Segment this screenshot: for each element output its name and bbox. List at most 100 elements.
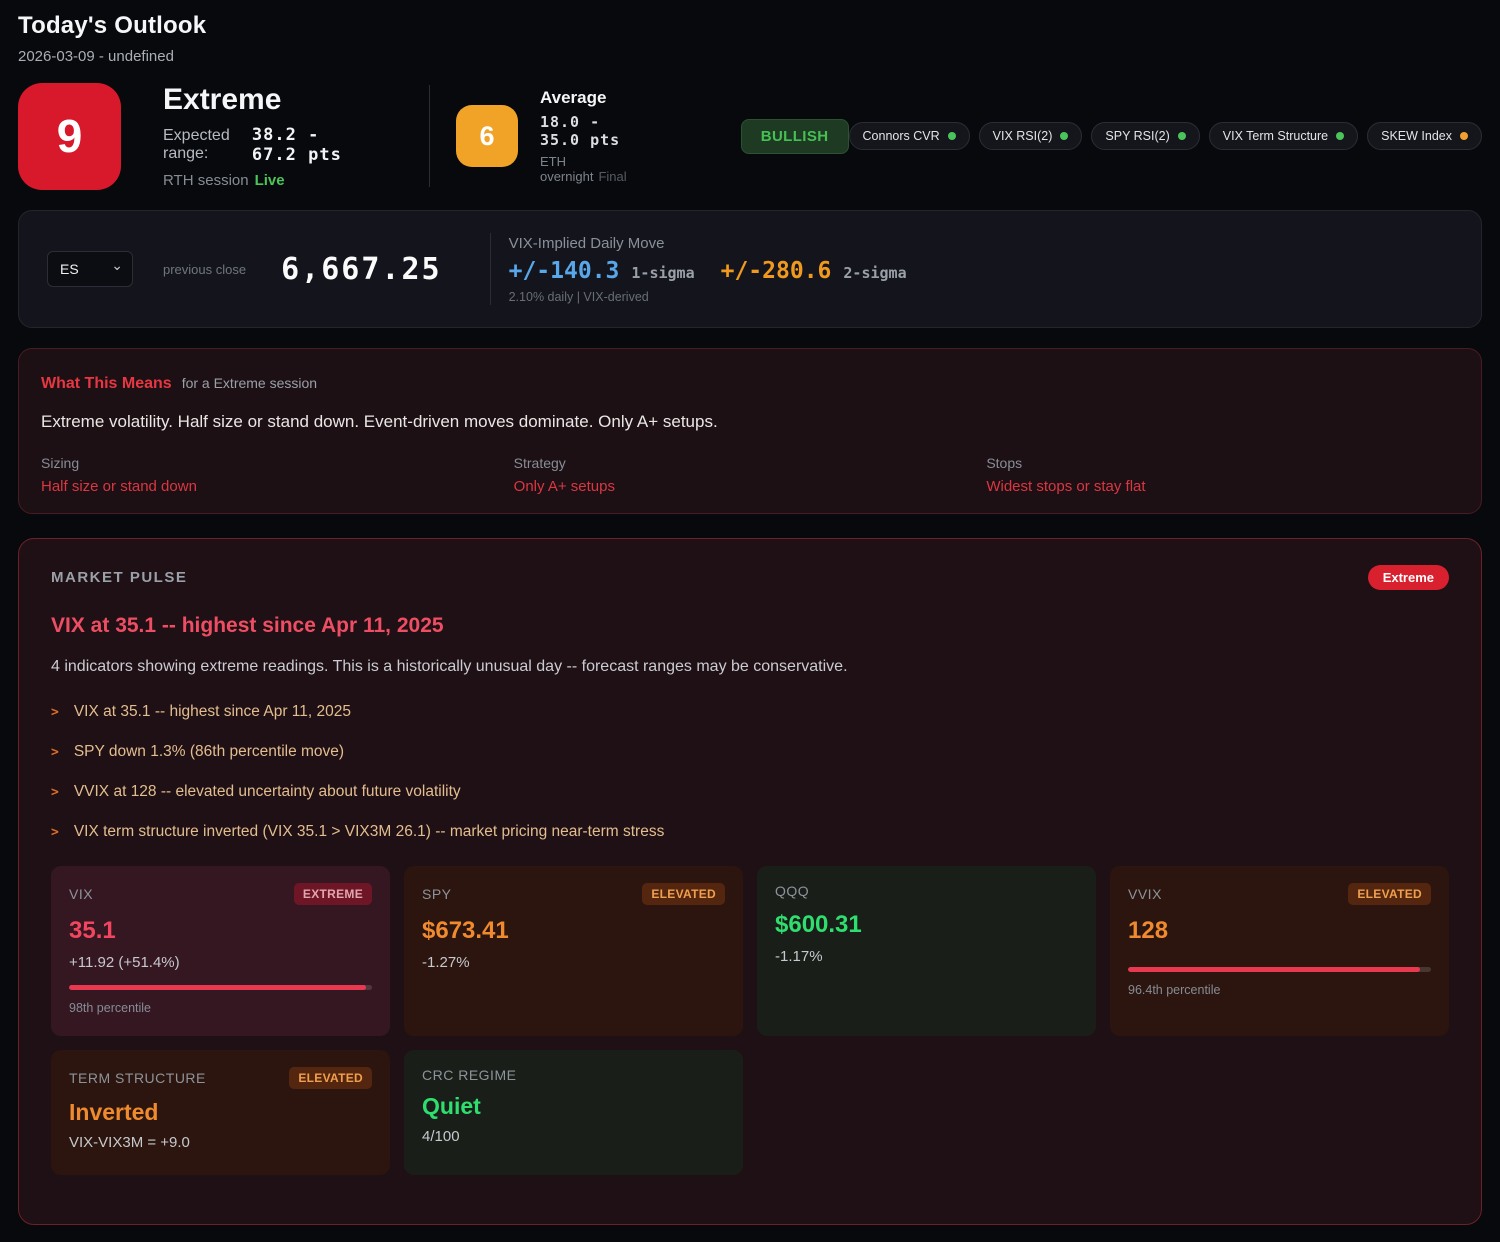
rth-score-badge: 9 [18,82,121,190]
stat-badge: EXTREME [293,883,372,905]
what-this-means-card: What This Means for a Extreme session Ex… [18,348,1482,514]
stat-card-vvix: VVIX ELEVATED 128 96.4th percentile [1110,866,1449,1036]
stat-change: 4/100 [422,1128,460,1145]
rth-range-label: Expected range: [163,127,230,162]
bias-badge: BULLISH [740,118,849,154]
market-pulse-bullet-list: > VIX at 35.1 -- highest since Apr 11, 2… [51,701,1449,844]
chevron-right-icon: > [51,745,59,760]
bullet-item: > VVIX at 128 -- elevated uncertainty ab… [51,781,1449,804]
status-dot-icon [1336,132,1345,140]
stat-label: SPY [422,886,452,902]
chevron-right-icon: > [51,825,59,840]
stat-footnote: 96.4th percentile [1128,983,1221,997]
indicator-pill-label: VIX Term Structure [1222,129,1329,143]
percentile-bar [69,985,372,990]
indicator-pill-vix-term-structure[interactable]: VIX Term Structure [1208,122,1359,150]
page-title: Today's Outlook [18,12,207,39]
percentile-bar-fill [1128,967,1421,972]
eth-session-label: Average [539,88,607,107]
wtm-title: What This Means [41,375,172,392]
sigma1-label: 1-sigma [631,263,695,282]
stat-card-crc-regime: CRC REGIME Quiet 4/100 [404,1050,743,1175]
eth-score-badge: 6 [455,105,518,167]
stat-card-vix: VIX EXTREME 35.1 +11.92 (+51.4%) 98th pe… [51,866,390,1036]
stat-value: Inverted [69,1099,159,1125]
indicator-pills: Connors CVR VIX RSI(2) SPY RSI(2) VIX Te… [848,122,1482,150]
bullet-item: > VIX at 35.1 -- highest since Apr 11, 2… [51,701,1449,724]
stat-badge: ELEVATED [1348,883,1431,905]
symbol-select[interactable]: ES [47,251,133,287]
stat-label: VVIX [1128,886,1162,902]
divider [489,233,491,305]
indicator-pill-spy-rsi2[interactable]: SPY RSI(2) [1091,122,1200,150]
sigma2-label: 2-sigma [843,263,907,282]
market-pulse-headline: VIX at 35.1 -- highest since Apr 11, 202… [51,614,444,637]
sigma2-value: +/-280.6 [720,257,832,284]
stat-badge: ELEVATED [289,1067,372,1089]
bullet-text: VVIX at 128 -- elevated uncertainty abou… [73,783,461,800]
wtm-col-sizing: Sizing Half size or stand down [41,455,514,495]
session-score-row: 9 Extreme Expected range: 38.2 - 67.2 pt… [18,82,1482,190]
vix-implied-move-block: VIX-Implied Daily Move +/-140.3 1-sigma … [509,235,907,304]
rth-session-label: Extreme [163,83,282,116]
wtm-col-strategy: Strategy Only A+ setups [514,455,987,495]
stat-change: +11.92 (+51.4%) [69,954,180,971]
section-divider [428,85,430,187]
percentile-bar-fill [69,985,366,990]
stat-value: $673.41 [422,917,509,944]
page-header: Today's Outlook 2026-03-09 - undefined [18,12,1482,65]
bullet-text: SPY down 1.3% (86th percentile move) [73,743,345,760]
market-pulse-card: MARKET PULSE Extreme VIX at 35.1 -- high… [18,538,1482,1225]
stat-label: TERM STRUCTURE [69,1070,206,1086]
price-summary-card: ES ⌄ previous close 6,667.25 VIX-Implied… [18,210,1482,328]
stat-value: 35.1 [69,917,116,944]
market-pulse-status-badge: Extreme [1367,565,1449,590]
market-pulse-summary: 4 indicators showing extreme readings. T… [51,658,848,675]
stat-card-term-structure: TERM STRUCTURE ELEVATED Inverted VIX-VIX… [51,1050,390,1175]
prev-close-label: previous close [163,261,247,277]
stat-change: -1.27% [422,954,470,971]
indicator-pill-label: SKEW Index [1381,129,1452,143]
indicator-pill-label: Connors CVR [862,129,940,143]
bullet-text: VIX at 35.1 -- highest since Apr 11, 202… [73,703,351,720]
bullet-item: > SPY down 1.3% (86th percentile move) [51,741,1449,764]
bullet-text: VIX term structure inverted (VIX 35.1 > … [73,823,665,840]
market-pulse-title: MARKET PULSE [51,569,188,586]
stat-label: CRC REGIME [422,1067,517,1083]
wtm-col-label: Sizing [41,455,80,471]
status-dot-icon [1460,132,1468,140]
stat-card-spy: SPY ELEVATED $673.41 -1.27% [404,866,743,1036]
indicator-pill-vix-rsi2[interactable]: VIX RSI(2) [978,122,1083,150]
page-subtitle: 2026-03-09 - undefined [18,48,174,65]
wtm-col-stops: Stops Widest stops or stay flat [986,455,1459,495]
chevron-right-icon: > [51,705,59,720]
stat-badge: ELEVATED [642,883,725,905]
stat-card-grid: VIX EXTREME 35.1 +11.92 (+51.4%) 98th pe… [51,866,1449,1175]
prev-close-value: 6,667.25 [281,251,442,287]
eth-session-type: ETH overnight [539,154,594,184]
rth-session-status: Live [254,172,285,189]
stat-footnote: 98th percentile [69,1001,152,1015]
status-dot-icon [947,132,956,140]
implied-move-footnote: 2.10% daily | VIX-derived [508,289,649,304]
indicator-pill-skew-index[interactable]: SKEW Index [1367,122,1482,150]
stat-value: 128 [1128,917,1169,944]
wtm-col-label: Strategy [513,455,566,471]
rth-session-block: Extreme Expected range: 38.2 - 67.2 pts … [163,83,369,189]
stat-value: $600.31 [775,911,862,938]
status-dot-icon [1177,132,1186,140]
implied-move-title: VIX-Implied Daily Move [508,234,665,252]
stat-label: QQQ [775,883,810,899]
wtm-body: Extreme volatility. Half size or stand d… [41,412,718,431]
bullet-item: > VIX term structure inverted (VIX 35.1 … [51,821,1449,844]
stat-change: -1.17% [775,948,823,965]
stat-value: Quiet [422,1093,481,1119]
stat-change: VIX-VIX3M = +9.0 [69,1134,190,1151]
indicator-pill-label: SPY RSI(2) [1105,129,1170,143]
eth-session-block: Average 18.0 - 35.0 pts ETH overnight Fin… [540,88,646,184]
wtm-subtitle: for a Extreme session [181,375,318,391]
eth-session-status: Final [598,169,627,184]
status-dot-icon [1060,132,1069,140]
indicator-pill-connors-cvr[interactable]: Connors CVR [848,122,970,150]
rth-range-value: 38.2 - 67.2 pts [251,125,342,165]
